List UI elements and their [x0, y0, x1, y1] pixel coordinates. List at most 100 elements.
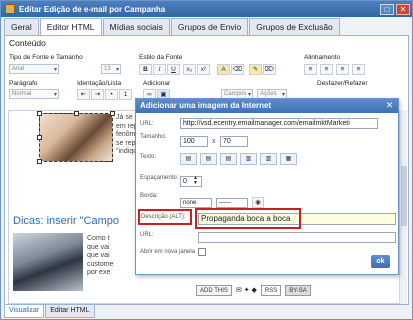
selected-image[interactable]	[37, 111, 115, 164]
subscript-button[interactable]: x₂	[183, 64, 196, 75]
add-label: Adicionar	[143, 80, 171, 87]
align-label: Alinhamento	[304, 54, 341, 61]
style-label: Estilo da Fonte	[139, 54, 183, 61]
size-select-value: 13	[104, 66, 111, 72]
ok-button[interactable]: ok	[371, 255, 390, 268]
share-icons: ✉ ✦ ◆	[235, 287, 257, 294]
align-justify-icon[interactable]: ≡	[352, 64, 365, 75]
number-list-icon[interactable]: 1	[119, 89, 132, 100]
indent-label: Identação/Lista	[77, 80, 122, 87]
border-label: Borda:	[140, 193, 158, 199]
border-style-select[interactable]: none	[180, 198, 212, 208]
campos-select-value: Campos	[224, 91, 247, 97]
dicas-heading: Dicas: inserir "Campo	[13, 215, 119, 227]
paragraph-label: Parágrafo	[9, 80, 38, 87]
border-color-icon[interactable]: ◉	[252, 197, 264, 208]
tab-grupos-envio[interactable]: Grupos de Envio	[170, 18, 249, 35]
no-wrap-icon[interactable]: ▦	[280, 153, 297, 165]
paragraph-select-value: Normal	[12, 91, 32, 97]
align-left-icon[interactable]: ≡	[304, 64, 317, 75]
spinner-icon[interactable]: ▲ ▼	[193, 176, 198, 186]
dialog-title: Adicionar uma imagem da Internet	[140, 101, 272, 110]
app-icon	[5, 4, 15, 14]
text-line: por exe	[87, 269, 111, 276]
tab-grupos-exclusao[interactable]: Grupos de Exclusão	[249, 18, 340, 35]
superscript-button[interactable]: x²	[197, 64, 210, 75]
editor-window: Editar Edição de e-mail por Campanha □ ✕…	[0, 0, 413, 320]
resize-handle[interactable]	[37, 111, 42, 116]
bottom-tabs: Visualizar Editar HTML	[4, 305, 96, 318]
link-url-label: URL:	[140, 232, 154, 238]
scroll-thumb[interactable]	[401, 166, 407, 226]
spacing-label: Espaçamento:	[140, 175, 179, 181]
resize-handle[interactable]	[37, 135, 42, 140]
resize-handle[interactable]	[74, 111, 79, 116]
text-line: Como t	[87, 235, 110, 242]
paragraph-select[interactable]: Normal ▾	[9, 89, 59, 99]
italic-button[interactable]: I	[153, 64, 166, 75]
align-right-icon[interactable]: ≡	[336, 64, 349, 75]
text-label: Texto:	[140, 154, 157, 160]
text-line: que vai	[87, 243, 110, 251]
border-width-select[interactable]: ——	[216, 198, 248, 208]
font-color-icon[interactable]: A	[217, 64, 230, 75]
clear-format-icon[interactable]: ⌫	[231, 64, 244, 75]
editor-scrollbar[interactable]	[399, 110, 407, 304]
link-url-input[interactable]	[198, 232, 396, 243]
align-center-icon[interactable]: ▤	[200, 153, 217, 165]
size-select[interactable]: 13 ▾	[101, 64, 121, 74]
insert-image-dialog: Adicionar uma imagem da Internet ✕ URL: …	[135, 98, 399, 275]
resize-handle[interactable]	[110, 111, 115, 116]
tab-geral[interactable]: Geral	[4, 18, 39, 35]
align-right-icon[interactable]: ▤	[220, 153, 237, 165]
wrap-right-icon[interactable]: ▥	[260, 153, 277, 165]
font-select[interactable]: Arial ▾	[9, 64, 59, 74]
maximize-icon[interactable]: □	[380, 3, 394, 15]
chevron-down-icon: ▾	[53, 67, 57, 73]
border-line-icon: ——	[219, 200, 231, 206]
url-label: URL:	[140, 121, 154, 127]
tab-midias-sociais[interactable]: Mídias sociais	[102, 18, 170, 35]
close-icon[interactable]: ✕	[396, 3, 410, 15]
size-label: Tamanho:	[140, 134, 167, 140]
cc-license-badge: BY-SA	[285, 284, 311, 296]
tab-editar-html[interactable]: Editar HTML	[45, 305, 95, 318]
height-input[interactable]: 70	[220, 136, 248, 147]
footer-badges: ADD THIS ✉ ✦ ◆ RSS BY-SA	[196, 284, 311, 296]
paragraph-2: Como t que vai que vai custome por exe	[87, 235, 113, 278]
text-line: que vai	[87, 252, 110, 259]
eraser-icon[interactable]: ⌦	[263, 64, 276, 75]
align-center-icon[interactable]: ≡	[320, 64, 333, 75]
indent-icon[interactable]: ⇥	[91, 89, 104, 100]
tab-visualizar[interactable]: Visualizar	[4, 305, 45, 318]
resize-handle[interactable]	[37, 159, 42, 164]
chevron-down-icon: ▾	[53, 92, 57, 98]
content-image[interactable]	[13, 233, 83, 291]
alt-label: Descrição (ALT):	[141, 214, 186, 220]
image-url-input[interactable]: http://vsd.ecentry.emailmanager.com/emai…	[180, 118, 378, 129]
spacing-input[interactable]: 0	[180, 176, 202, 187]
main-tabs: Geral Editor HTML Mídias sociais Grupos …	[4, 18, 341, 35]
border-style-value: none	[183, 200, 197, 206]
align-left-icon[interactable]: ▤	[180, 153, 197, 165]
highlight-icon[interactable]: ✎	[249, 64, 262, 75]
close-icon[interactable]: ✕	[384, 100, 395, 111]
chevron-down-icon: ▾	[115, 67, 119, 73]
rss-badge[interactable]: RSS	[260, 284, 282, 296]
tab-editor-html[interactable]: Editor HTML	[39, 18, 102, 35]
bullet-list-icon[interactable]: •	[105, 89, 118, 100]
size-separator: x	[212, 138, 216, 145]
dialog-header: Adicionar uma imagem da Internet ✕	[136, 99, 398, 113]
bold-button[interactable]: B	[139, 64, 152, 75]
width-input[interactable]: 100	[180, 136, 208, 147]
underline-button[interactable]: U	[167, 64, 180, 75]
text-line: custome	[87, 260, 114, 268]
new-window-checkbox[interactable]	[198, 248, 206, 256]
alt-input-highlight	[195, 208, 301, 229]
addthis-badge[interactable]: ADD THIS	[196, 284, 232, 296]
outdent-icon[interactable]: ⇤	[77, 89, 90, 100]
undo-label: Desfazer/Refazer	[317, 80, 368, 87]
wrap-left-icon[interactable]: ▥	[240, 153, 257, 165]
spacing-value: 0	[183, 178, 187, 185]
window-title: Editar Edição de e-mail por Campanha	[19, 4, 166, 14]
